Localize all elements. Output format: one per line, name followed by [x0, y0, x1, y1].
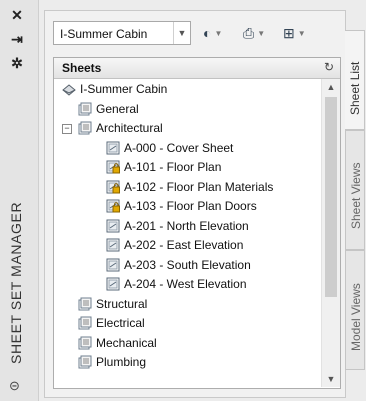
palette-menu-icon[interactable]: ⊝ — [9, 378, 20, 394]
properties-icon[interactable]: ✲ — [6, 54, 28, 72]
pin-icon[interactable]: ⇥ — [6, 30, 28, 48]
tree-item-label: Electrical — [96, 316, 145, 330]
tree-item-label: A-102 - Floor Plan Materials — [124, 179, 274, 194]
toolbar: I-Summer Cabin ▼ ◐ ▼ ⎙ ▼ ⊞ ▼ — [53, 21, 343, 47]
plot-icon: ⎙ — [243, 25, 255, 41]
chevron-down-icon: ▼ — [257, 29, 266, 39]
sheet-row[interactable]: A-204 - West Elevation — [54, 275, 320, 294]
vertical-scrollbar[interactable]: ▲ ▼ — [321, 79, 340, 387]
subset-icon — [78, 297, 92, 310]
tree-item-label: A-203 - South Elevation — [124, 257, 251, 272]
collapse-icon[interactable]: − — [62, 124, 72, 134]
sheet-icon — [106, 258, 120, 271]
sheet-set-dropdown[interactable]: I-Summer Cabin ▼ — [53, 21, 191, 45]
subset-icon — [78, 316, 92, 330]
publish-button[interactable]: ◐ ▼ — [203, 23, 222, 43]
sheet-row[interactable]: A-101 - Floor Plan — [54, 158, 320, 177]
palette-title-bar: ✕ ⇥ ✲ SHEET SET MANAGER ⊝ — [0, 0, 39, 401]
sheets-tree-panel: Sheets ↻ I-Summer Cabin General − Architect… — [53, 57, 341, 389]
scroll-up-icon[interactable]: ▲ — [322, 79, 340, 95]
subset-row[interactable]: − Architectural — [54, 119, 320, 138]
tree-item-label: Mechanical — [96, 335, 157, 350]
subset-row[interactable]: Electrical — [54, 314, 320, 333]
locked-sheet-icon — [106, 180, 120, 193]
tab-sheet-list-label: Sheet List — [348, 61, 362, 115]
sheet-icon — [106, 238, 120, 252]
tab-sheet-views-label: Sheet Views — [349, 162, 363, 230]
sheet-row[interactable]: A-203 - South Elevation — [54, 256, 320, 275]
tree-item-label: A-204 - West Elevation — [124, 277, 247, 291]
subset-icon — [78, 121, 92, 135]
tree-item-label: Structural — [96, 296, 148, 311]
sheet-row[interactable]: A-000 - Cover Sheet — [54, 139, 320, 158]
tab-model-views-label: Model Views — [349, 283, 363, 351]
tab-model-views[interactable]: Model Views — [345, 250, 365, 370]
subset-row[interactable]: Plumbing — [54, 353, 320, 372]
tree-item-label: A-201 - North Elevation — [124, 218, 249, 233]
locked-sheet-icon — [106, 160, 120, 174]
tree-item-label: A-000 - Cover Sheet — [124, 140, 234, 155]
tree-item-label: I-Summer Cabin — [80, 82, 168, 96]
model-views-button[interactable]: ⊞ ▼ — [283, 23, 306, 43]
tree-header: Sheets ↻ — [54, 58, 340, 79]
palette-tabs: Sheet List Sheet Views Model Views — [345, 30, 366, 401]
sheet-row[interactable]: A-102 - Floor Plan Materials — [54, 178, 320, 197]
chevron-down-icon[interactable]: ▼ — [173, 22, 190, 44]
tree-item-label: Architectural — [96, 121, 163, 135]
palette-title: SHEET SET MANAGER — [8, 201, 24, 364]
tree-header-label: Sheets — [62, 61, 102, 75]
sheet-row[interactable]: A-202 - East Elevation — [54, 236, 320, 255]
close-icon[interactable]: ✕ — [6, 6, 28, 24]
subset-icon — [78, 336, 92, 349]
chevron-down-icon: ▼ — [214, 29, 223, 39]
scroll-down-icon[interactable]: ▼ — [322, 371, 340, 387]
chevron-down-icon: ▼ — [297, 29, 306, 39]
tree-item-label: A-202 - East Elevation — [124, 238, 244, 252]
subset-row[interactable]: Structural — [54, 295, 320, 314]
sheet-icon — [106, 219, 120, 232]
sheet-set-value: I-Summer Cabin — [60, 27, 148, 41]
tab-sheet-views[interactable]: Sheet Views — [345, 130, 365, 250]
subset-row[interactable]: General — [54, 100, 320, 119]
subset-icon — [78, 102, 92, 115]
sheet-set-panel: I-Summer Cabin ▼ ◐ ▼ ⎙ ▼ ⊞ ▼ Sheets ↻ I-Sum… — [44, 10, 346, 398]
locked-sheet-icon — [106, 199, 120, 213]
publish-icon: ◐ — [203, 25, 212, 41]
sheet-icon — [106, 277, 120, 291]
sheet-set-icon — [62, 84, 76, 96]
subset-row[interactable]: Mechanical — [54, 334, 320, 353]
plot-button[interactable]: ⎙ ▼ — [243, 23, 265, 43]
refresh-icon[interactable]: ↻ — [324, 60, 334, 74]
sheet-row[interactable]: A-103 - Floor Plan Doors — [54, 197, 320, 216]
tree-item-label: A-103 - Floor Plan Doors — [124, 199, 257, 213]
sheet-icon — [106, 141, 120, 154]
sheets-tree: I-Summer Cabin General − Architectural A-000… — [54, 80, 320, 386]
tree-item-label: A-101 - Floor Plan — [124, 160, 222, 174]
scroll-thumb[interactable] — [325, 97, 337, 297]
sheet-set-row[interactable]: I-Summer Cabin — [54, 80, 320, 99]
model-views-icon: ⊞ — [283, 25, 295, 41]
subset-icon — [78, 355, 92, 369]
tab-sheet-list[interactable]: Sheet List — [345, 30, 365, 130]
sheet-row[interactable]: A-201 - North Elevation — [54, 217, 320, 236]
tree-item-label: Plumbing — [96, 355, 147, 369]
tree-item-label: General — [96, 101, 139, 116]
